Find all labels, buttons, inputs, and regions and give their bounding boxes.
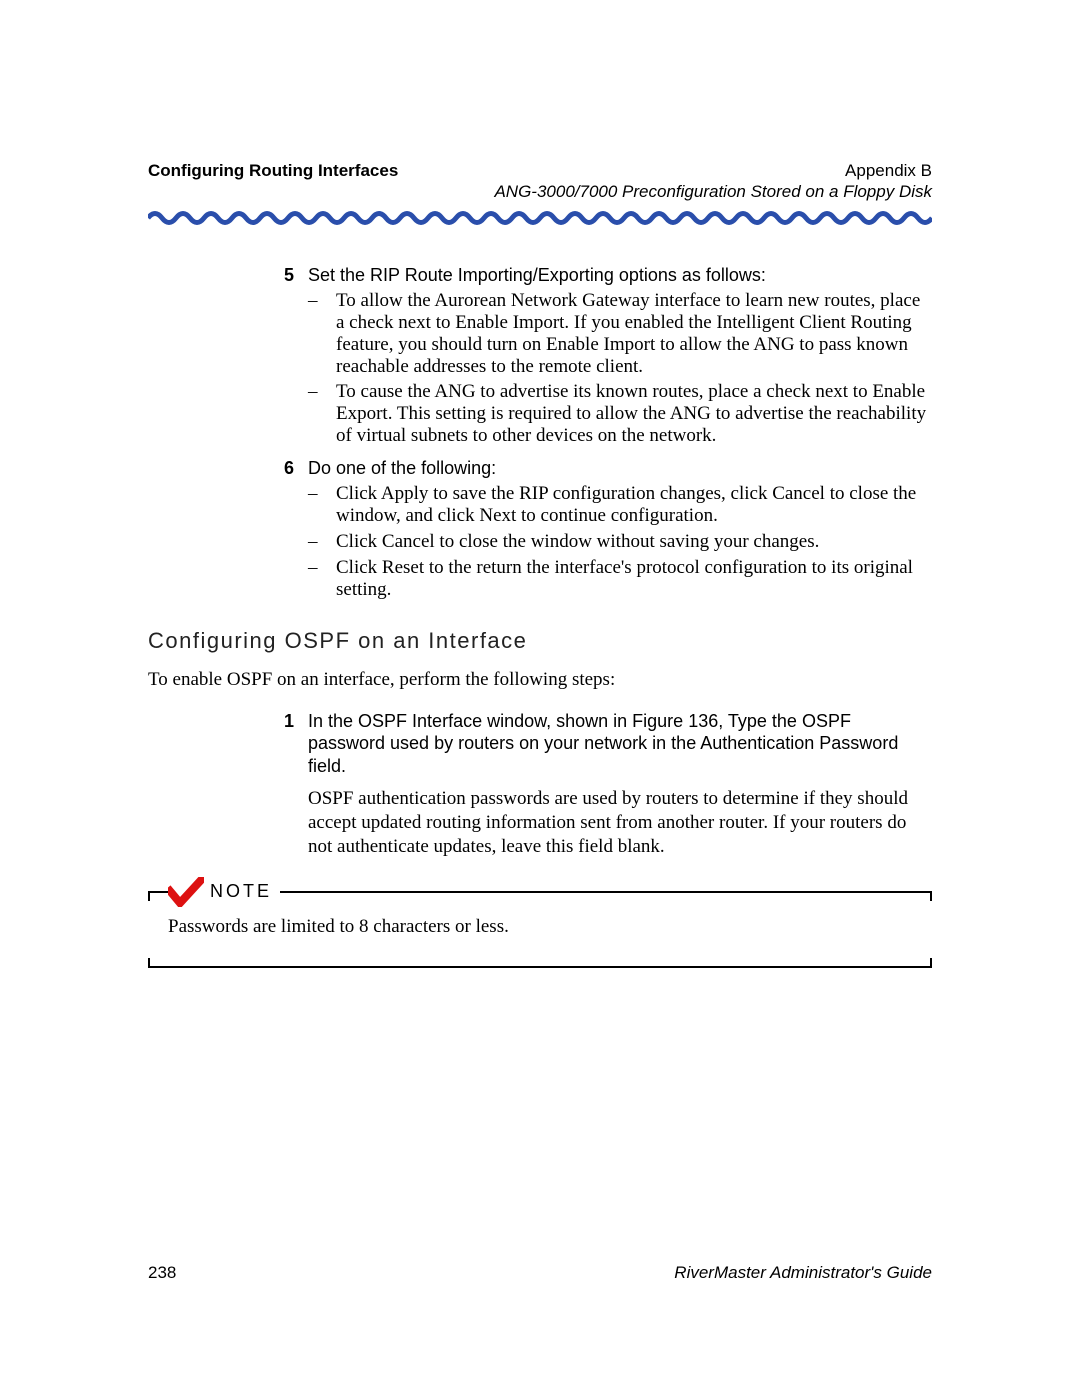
step-number: 1 bbox=[260, 710, 308, 859]
bullet-dash: – bbox=[308, 557, 336, 601]
running-footer: 238 RiverMaster Administrator's Guide bbox=[148, 1263, 932, 1283]
bullet-text: To allow the Aurorean Network Gateway in… bbox=[336, 290, 932, 377]
bullet-dash: – bbox=[308, 483, 336, 527]
step-6: 6 Do one of the following: – Click Apply… bbox=[260, 457, 932, 601]
note-rule-bottom bbox=[148, 966, 932, 968]
bullet-dash: – bbox=[308, 381, 336, 447]
body-content: 5 Set the RIP Route Importing/Exporting … bbox=[260, 264, 932, 969]
header-right: Appendix B ANG-3000/7000 Preconfiguratio… bbox=[494, 160, 932, 203]
bullet-dash: – bbox=[308, 290, 336, 377]
step-lead: Set the RIP Route Importing/Exporting op… bbox=[308, 264, 932, 287]
header-appendix: Appendix B bbox=[494, 160, 932, 181]
note-title-cover: NOTE bbox=[168, 877, 280, 907]
step-number: 5 bbox=[260, 264, 308, 447]
header-separator-wave bbox=[148, 209, 932, 227]
step-number: 6 bbox=[260, 457, 308, 601]
running-header: Configuring Routing Interfaces Appendix … bbox=[148, 160, 932, 203]
bullet-item: – Click Cancel to close the window witho… bbox=[308, 531, 932, 553]
note-text: Passwords are limited to 8 characters or… bbox=[148, 915, 932, 939]
ospf-step-1: 1 In the OSPF Interface window, shown in… bbox=[260, 710, 932, 859]
step-body: Do one of the following: – Click Apply t… bbox=[308, 457, 932, 601]
note-label: NOTE bbox=[210, 880, 272, 903]
bullet-item: – Click Reset to the return the interfac… bbox=[308, 557, 932, 601]
note-header: NOTE bbox=[148, 877, 932, 909]
header-subtitle: ANG-3000/7000 Preconfiguration Stored on… bbox=[494, 181, 932, 202]
bullet-text: To cause the ANG to advertise its known … bbox=[336, 381, 932, 447]
footer-guide-title: RiverMaster Administrator's Guide bbox=[674, 1263, 932, 1283]
bullet-text: Click Apply to save the RIP configuratio… bbox=[336, 483, 932, 527]
page-number: 238 bbox=[148, 1263, 176, 1283]
step-body: Set the RIP Route Importing/Exporting op… bbox=[308, 264, 932, 447]
bullet-text: Click Cancel to close the window without… bbox=[336, 531, 932, 553]
section-intro: To enable OSPF on an interface, perform … bbox=[148, 668, 932, 692]
step-body: In the OSPF Interface window, shown in F… bbox=[308, 710, 932, 859]
bullet-text: Click Reset to the return the interface'… bbox=[336, 557, 932, 601]
step-lead: Do one of the following: bbox=[308, 457, 932, 480]
bullet-item: – To allow the Aurorean Network Gateway … bbox=[308, 290, 932, 377]
step-lead: In the OSPF Interface window, shown in F… bbox=[308, 710, 932, 778]
checkmark-icon bbox=[168, 877, 204, 907]
bullet-item: – Click Apply to save the RIP configurat… bbox=[308, 483, 932, 527]
step-5: 5 Set the RIP Route Importing/Exporting … bbox=[260, 264, 932, 447]
note-callout: NOTE Passwords are limited to 8 characte… bbox=[148, 877, 932, 969]
step-paragraph: OSPF authentication passwords are used b… bbox=[308, 787, 932, 858]
bullet-item: – To cause the ANG to advertise its know… bbox=[308, 381, 932, 447]
header-section-title: Configuring Routing Interfaces bbox=[148, 160, 398, 203]
document-page: Configuring Routing Interfaces Appendix … bbox=[0, 0, 1080, 1397]
section-heading: Configuring OSPF on an Interface bbox=[148, 627, 932, 655]
bullet-dash: – bbox=[308, 531, 336, 553]
